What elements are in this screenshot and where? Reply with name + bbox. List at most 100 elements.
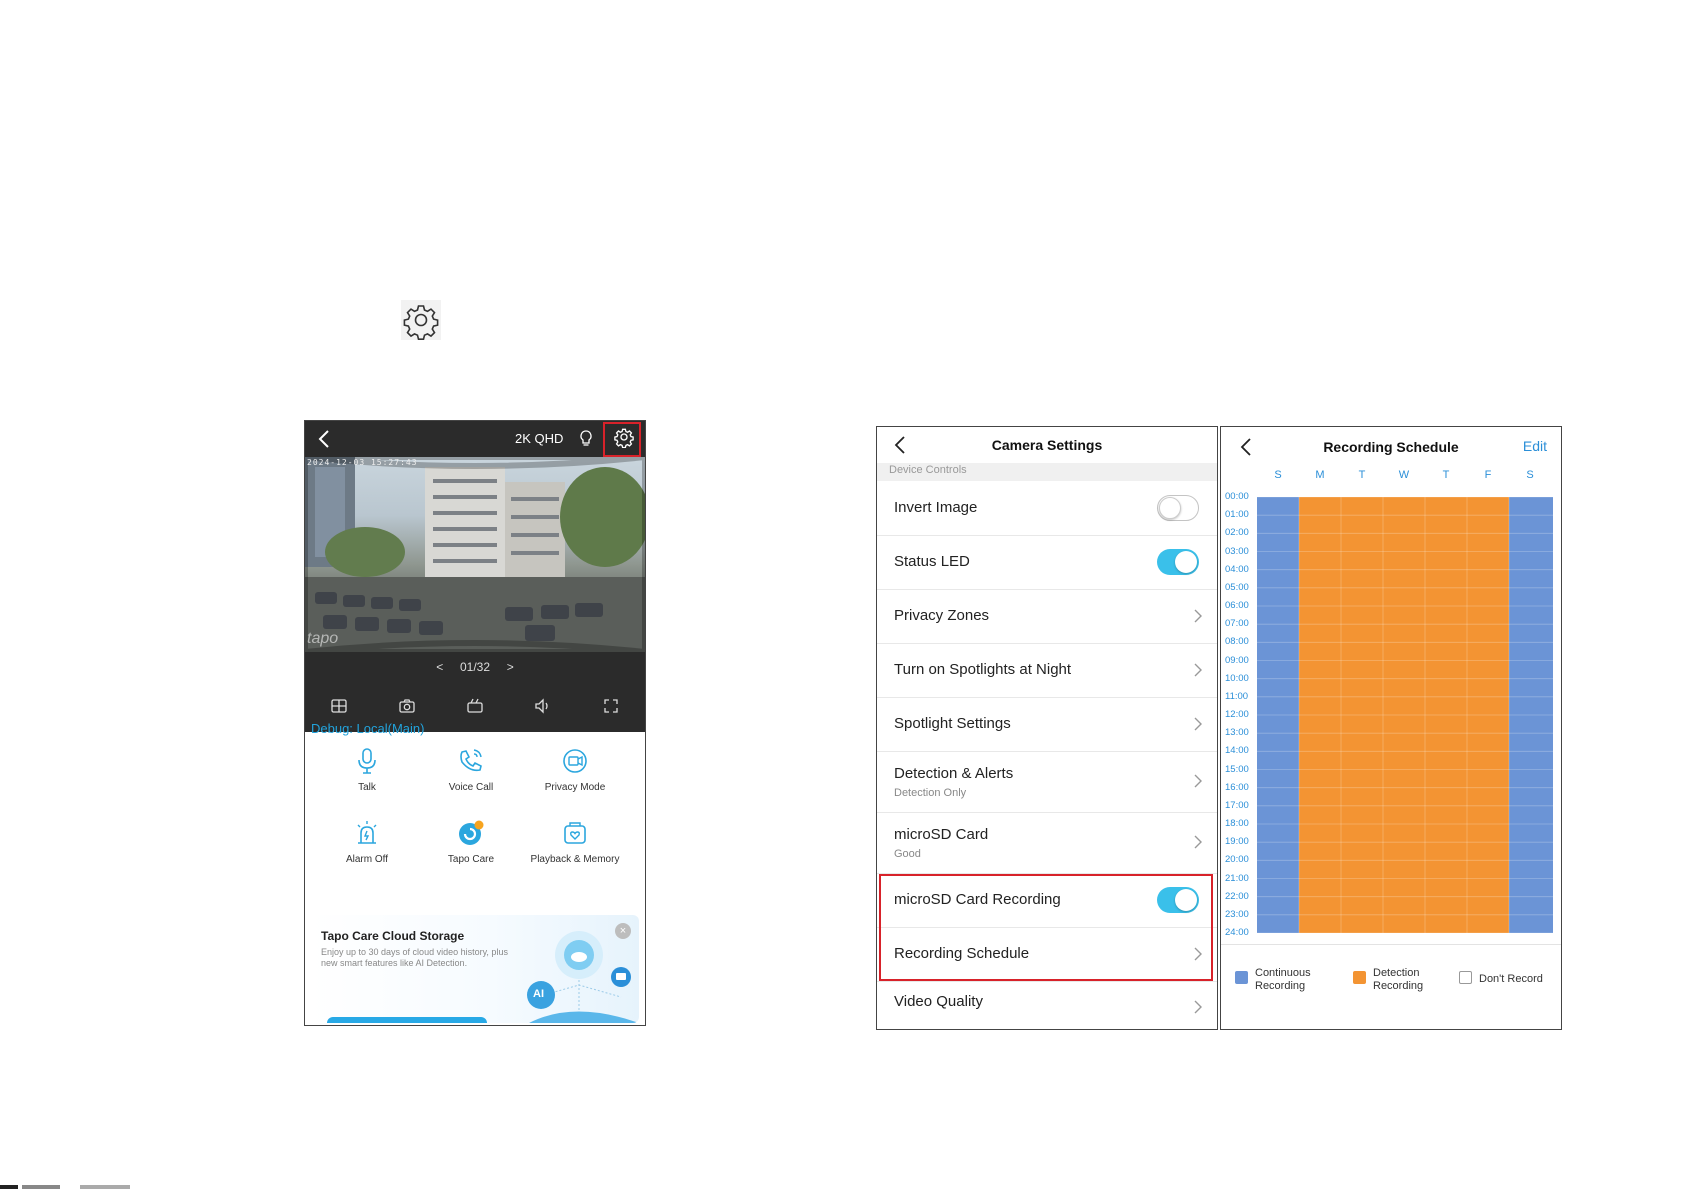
legend-divider <box>1221 944 1561 945</box>
alarm-button[interactable]: Alarm Off <box>315 818 419 865</box>
chevron-right-icon <box>1193 999 1203 1015</box>
legend-none-label: Don't Record <box>1479 973 1543 985</box>
resolution-selector[interactable]: 2K QHD <box>515 431 563 446</box>
voice-call-button[interactable]: Voice Call <box>419 746 523 793</box>
video-timestamp: 2024-12-03 15:27:43 <box>307 458 418 467</box>
weekday-label: T <box>1358 469 1366 481</box>
settings-row-video-quality[interactable]: Video Quality <box>877 981 1217 1029</box>
row-label: Spotlight Settings <box>894 715 1011 732</box>
camera-video-feed[interactable]: 2024-12-03 15:27:43 tapo <box>305 457 645 652</box>
row-sublabel: Detection Only <box>894 787 967 799</box>
speaker-volume-icon[interactable] <box>533 696 553 716</box>
hour-label: 16:00 <box>1225 781 1249 793</box>
privacy-mode-label: Privacy Mode <box>544 782 606 793</box>
legend-detection-label: Detection Recording <box>1373 967 1424 992</box>
edit-button[interactable]: Edit <box>1523 438 1547 454</box>
snapshot-camera-icon[interactable] <box>397 696 417 716</box>
chevron-right-icon <box>1193 662 1203 678</box>
hour-label: 04:00 <box>1225 563 1249 575</box>
hour-label: 19:00 <box>1225 836 1249 848</box>
talk-button[interactable]: Talk <box>315 746 419 793</box>
settings-title: Camera Settings <box>991 437 1103 453</box>
status-led-toggle[interactable] <box>1157 549 1199 575</box>
tapo-watermark: tapo <box>307 630 339 647</box>
lightbulb-icon[interactable] <box>577 429 595 449</box>
recording-options-highlight-box <box>879 874 1213 981</box>
recording-schedule-screen: Recording Schedule Edit S M T W T F S 00:00 01:… <box>1220 426 1562 1030</box>
hour-label: 21:00 <box>1225 872 1249 884</box>
hour-label: 20:00 <box>1225 854 1249 866</box>
pager-next-button[interactable]: > <box>507 660 514 674</box>
weekday-label: T <box>1442 469 1450 481</box>
row-label: Turn on Spotlights at Night <box>894 661 1072 678</box>
privacy-mode-button[interactable]: Privacy Mode <box>523 746 627 793</box>
fullscreen-icon[interactable] <box>601 696 621 716</box>
playback-memory-icon <box>560 818 590 848</box>
dont-record-swatch <box>1459 971 1472 984</box>
hour-label: 09:00 <box>1225 654 1249 666</box>
camera-pager: < 01/32 > <box>305 660 645 674</box>
schedule-grid[interactable] <box>1257 497 1553 933</box>
hour-label: 15:00 <box>1225 763 1249 775</box>
hour-label: 00:00 <box>1225 491 1249 502</box>
chevron-right-icon <box>1193 773 1203 789</box>
pager-text: 01/32 <box>459 660 491 674</box>
hour-label: 07:00 <box>1225 618 1249 630</box>
hour-label: 10:00 <box>1225 672 1249 684</box>
section-label: Device Controls <box>889 464 967 476</box>
row-label: Status LED <box>894 553 970 570</box>
tapo-care-promo-banner[interactable]: Tapo Care Cloud Storage Enjoy up to 30 d… <box>311 915 639 1023</box>
hour-label: 02:00 <box>1225 527 1249 539</box>
settings-row-status-led[interactable]: Status LED <box>877 535 1217 590</box>
banner-title: Tapo Care Cloud Storage <box>321 929 465 943</box>
settings-row-spotlight-settings[interactable]: Spotlight Settings <box>877 697 1217 752</box>
live-view-top-bar: 2K QHD <box>305 421 645 457</box>
debug-stream-label: Debug: Local(Main) <box>311 721 425 736</box>
hour-label: 24:00 <box>1225 927 1249 938</box>
alarm-icon <box>352 818 382 848</box>
alarm-label: Alarm Off <box>345 854 389 865</box>
settings-row-microsd-card[interactable]: microSD Card Good <box>877 812 1217 874</box>
continuous-swatch <box>1235 971 1248 984</box>
back-arrow-icon[interactable] <box>315 427 335 451</box>
camera-settings-screen: Camera Settings Device Controls Invert I… <box>876 426 1218 1030</box>
weekday-label: S <box>1274 469 1282 481</box>
playback-memory-button[interactable]: Playback & Memory <box>523 818 627 865</box>
chevron-right-icon <box>1193 608 1203 624</box>
record-video-icon[interactable] <box>465 696 485 716</box>
hour-label: 12:00 <box>1225 709 1249 720</box>
playback-memory-label: Playback & Memory <box>530 854 620 865</box>
settings-row-invert-image[interactable]: Invert Image <box>877 481 1217 536</box>
talk-label: Talk <box>358 782 376 793</box>
tapo-care-button[interactable]: Tapo Care <box>419 818 523 865</box>
hour-label: 23:00 <box>1225 908 1249 920</box>
ai-badge: AI <box>533 988 544 1000</box>
settings-row-detection-alerts[interactable]: Detection & Alerts Detection Only <box>877 751 1217 813</box>
detection-swatch <box>1353 971 1366 984</box>
banner-cta-button[interactable] <box>327 1017 487 1023</box>
hour-label: 22:00 <box>1225 890 1249 902</box>
tapo-care-icon <box>456 818 486 848</box>
chevron-right-icon <box>1193 834 1203 850</box>
cloud-storage-illustration: AI <box>509 925 639 1023</box>
schedule-grid-svg[interactable] <box>1257 497 1553 933</box>
microphone-icon <box>352 746 382 776</box>
settings-section-header: Device Controls <box>877 463 1217 481</box>
invert-image-toggle[interactable] <box>1157 495 1199 521</box>
hour-label: 03:00 <box>1225 545 1249 557</box>
tapo-care-label: Tapo Care <box>447 854 495 865</box>
pager-prev-button[interactable]: < <box>436 660 443 674</box>
settings-row-privacy-zones[interactable]: Privacy Zones <box>877 589 1217 644</box>
gear-highlight-box <box>603 422 641 457</box>
multi-view-grid-icon[interactable] <box>329 696 349 716</box>
live-view-screen: 2K QHD 2024-12-03 15:27:43 tapo < 01/32 … <box>304 420 646 1026</box>
row-label: Privacy Zones <box>894 607 990 624</box>
row-label: Invert Image <box>894 499 978 516</box>
weekday-label: W <box>1398 469 1410 481</box>
weekday-label: F <box>1484 469 1492 481</box>
settings-row-spotlights-night[interactable]: Turn on Spotlights at Night <box>877 643 1217 698</box>
voice-call-label: Voice Call <box>448 782 494 793</box>
weekday-label: M <box>1315 469 1325 481</box>
phone-call-icon <box>456 746 486 776</box>
hour-label: 01:00 <box>1225 509 1249 521</box>
